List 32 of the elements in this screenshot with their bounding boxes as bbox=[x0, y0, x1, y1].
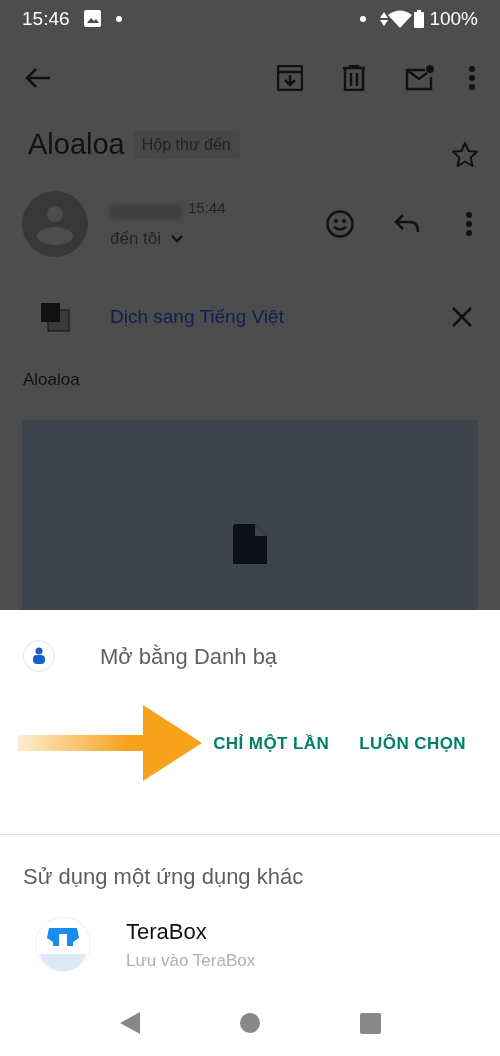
star-icon[interactable] bbox=[452, 141, 478, 168]
more-icon[interactable] bbox=[469, 65, 475, 90]
close-icon[interactable] bbox=[452, 307, 472, 328]
choice-button[interactable]: LUÔN CHỌN bbox=[359, 731, 466, 757]
more-icon[interactable] bbox=[466, 212, 472, 237]
email-subject: Aloaloa bbox=[28, 126, 125, 162]
app-subtitle: Lưu vào TeraBox bbox=[126, 950, 256, 972]
chevron-down-icon[interactable] bbox=[171, 234, 184, 243]
choice-button[interactable]: CHỈ MỘT LẦN bbox=[213, 731, 330, 757]
app-icon[interactable] bbox=[35, 916, 91, 973]
battery-level: 100% bbox=[429, 6, 478, 31]
smiley-icon[interactable] bbox=[326, 210, 354, 239]
dot-icon bbox=[360, 15, 367, 22]
contacts-icon bbox=[23, 640, 55, 672]
file-icon bbox=[233, 524, 267, 565]
translate-icon bbox=[40, 302, 70, 333]
sheet-title: Mở bằng Danh bạ bbox=[100, 642, 278, 671]
home-nav-icon[interactable] bbox=[239, 1013, 260, 1033]
email-body: Aloaloa bbox=[23, 368, 81, 391]
section-heading: Sử dụng một ứng dụng khác bbox=[23, 863, 305, 891]
archive-icon[interactable] bbox=[277, 64, 303, 91]
battery-icon bbox=[414, 9, 425, 28]
dot-icon bbox=[115, 15, 122, 22]
data-arrows-icon bbox=[380, 11, 389, 26]
status-time: 15:46 bbox=[22, 6, 70, 31]
reply-icon[interactable] bbox=[394, 214, 420, 235]
mark-unread-icon[interactable] bbox=[405, 64, 435, 91]
delete-icon[interactable] bbox=[343, 64, 365, 91]
back-icon[interactable] bbox=[25, 66, 51, 89]
image-icon bbox=[83, 10, 101, 28]
back-nav-icon[interactable] bbox=[119, 1012, 140, 1034]
app-name[interactable]: TeraBox bbox=[126, 915, 256, 948]
